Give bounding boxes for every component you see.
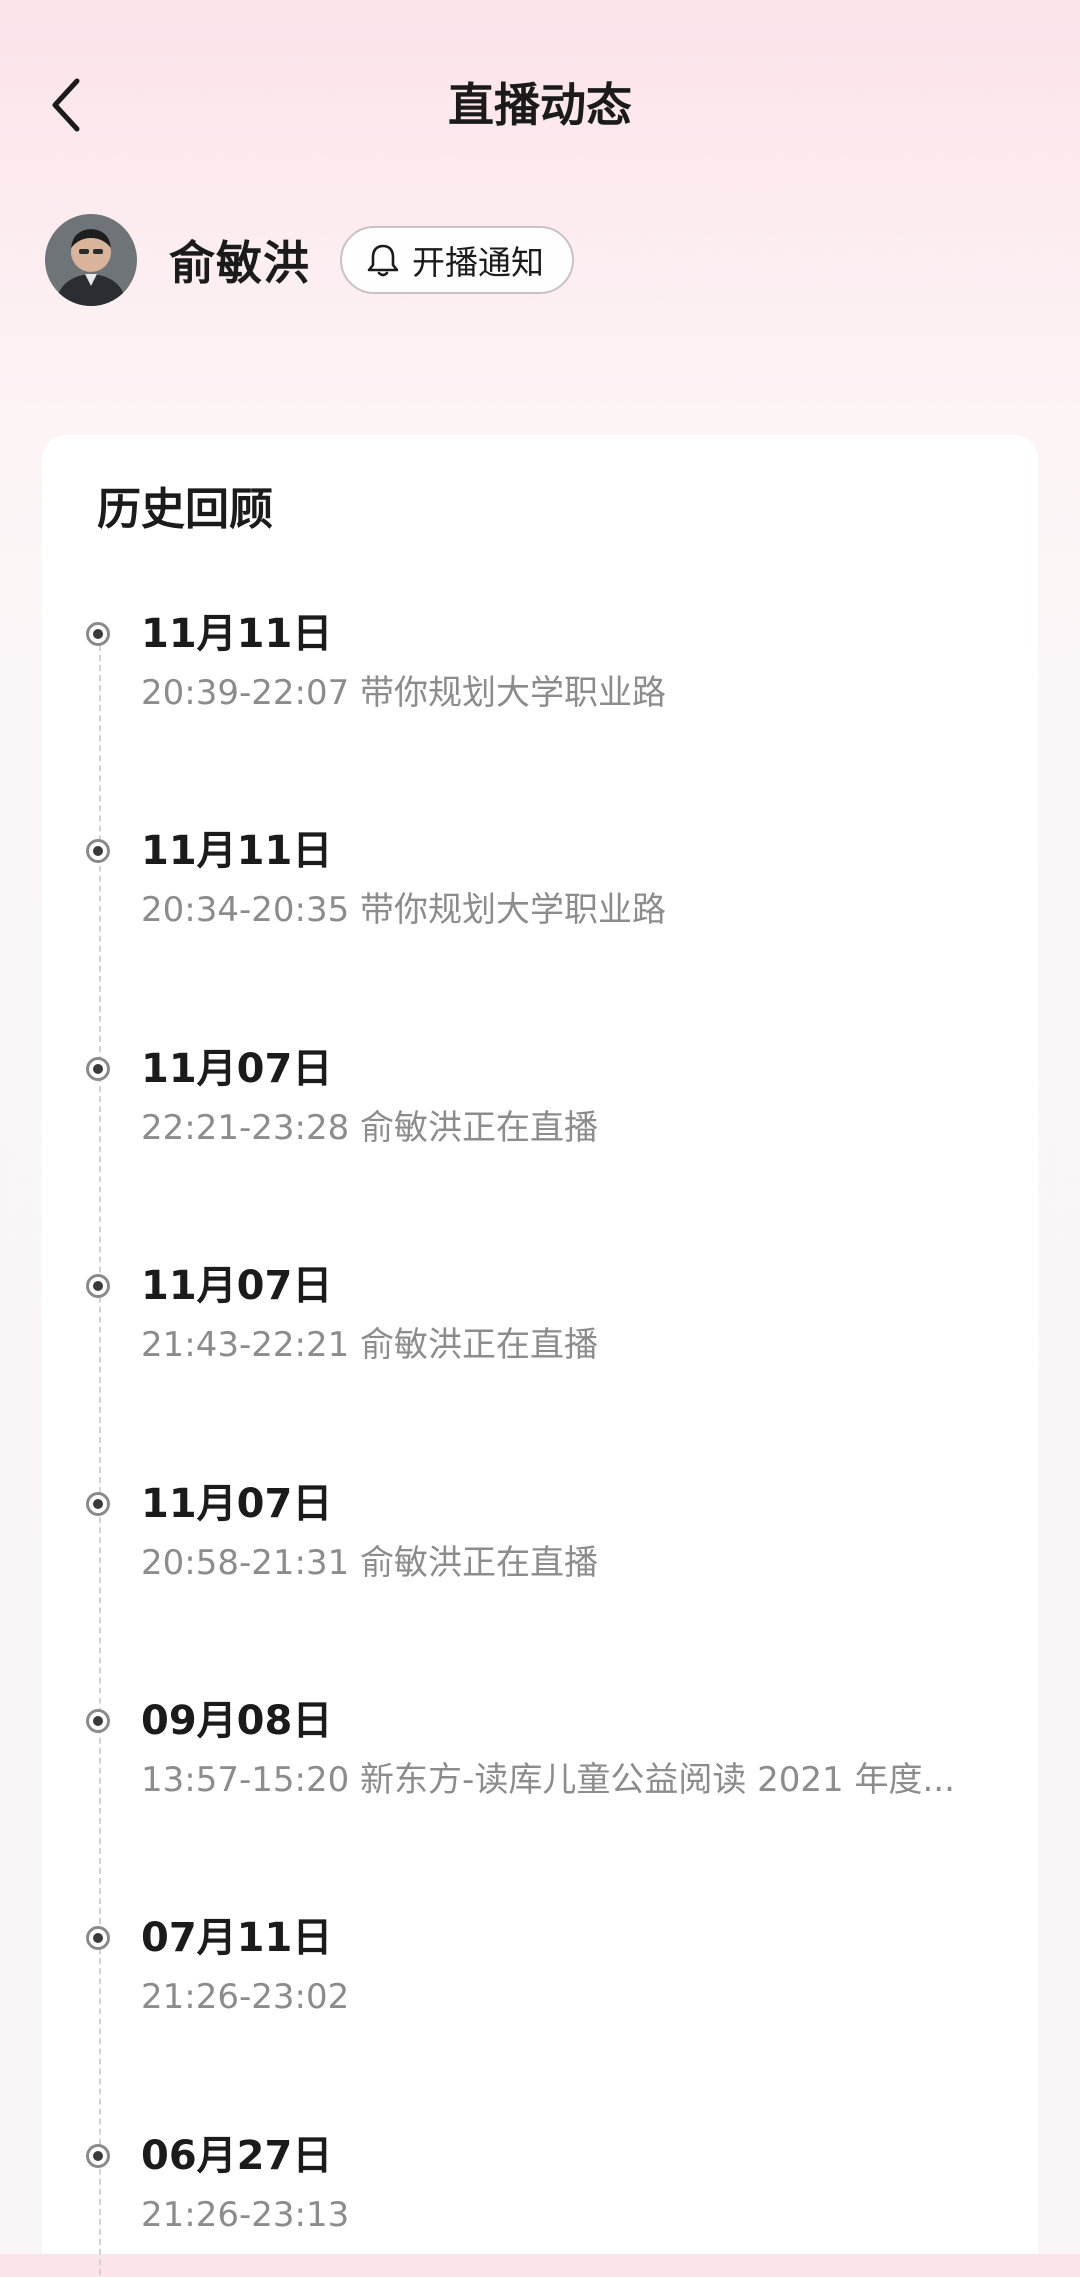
- entry-time: 20:39-22:07: [141, 673, 350, 713]
- entry-topic: 俞敏洪正在直播: [360, 1543, 599, 1583]
- timeline-entry[interactable]: 11月11日 20:34-20:35 带你规划大学职业路: [42, 822, 1038, 972]
- entry-date: 09月08日: [141, 1698, 333, 1744]
- avatar[interactable]: [45, 213, 137, 306]
- entry-detail: 21:26-23:13: [141, 2191, 1011, 2239]
- page-title: 直播动态: [448, 78, 632, 132]
- timeline-dot: [86, 1274, 110, 1298]
- entry-date: 06月27日: [141, 2133, 333, 2179]
- entry-detail: 21:26-23:02: [141, 1973, 1011, 2021]
- timeline-entry[interactable]: 11月07日 20:58-21:31 俞敏洪正在直播: [42, 1475, 1038, 1625]
- entry-date: 11月07日: [141, 1046, 333, 1092]
- entry-detail: 22:21-23:28 俞敏洪正在直播: [141, 1104, 1011, 1152]
- timeline-entry[interactable]: 11月07日 22:21-23:28 俞敏洪正在直播: [42, 1040, 1038, 1190]
- timeline-entry[interactable]: 09月08日 13:57-15:20 新东方-读库儿童公益阅读 2021 年度.…: [42, 1692, 1038, 1842]
- entry-detail: 13:57-15:20 新东方-读库儿童公益阅读 2021 年度...: [141, 1756, 1011, 1804]
- entry-detail: 21:43-22:21 俞敏洪正在直播: [141, 1321, 1011, 1369]
- entry-topic: 俞敏洪正在直播: [360, 1108, 599, 1148]
- entry-date: 11月07日: [141, 1481, 333, 1527]
- timeline-entry[interactable]: 06月27日 21:26-23:13: [42, 2127, 1038, 2277]
- entry-time: 22:21-23:28: [141, 1108, 350, 1148]
- timeline-entry[interactable]: 07月11日 21:26-23:02: [42, 1909, 1038, 2059]
- timeline-entry[interactable]: 11月07日 21:43-22:21 俞敏洪正在直播: [42, 1257, 1038, 1407]
- entry-time: 21:26-23:13: [141, 2195, 350, 2235]
- entry-time: 21:43-22:21: [141, 1325, 350, 1365]
- timeline-dot: [86, 2144, 110, 2168]
- entry-topic: 带你规划大学职业路: [360, 673, 667, 713]
- bell-icon: [366, 242, 400, 278]
- timeline-entry[interactable]: 11月11日 20:39-22:07 带你规划大学职业路: [42, 605, 1038, 755]
- entry-detail: 20:34-20:35 带你规划大学职业路: [141, 886, 1011, 934]
- entry-detail: 20:58-21:31 俞敏洪正在直播: [141, 1539, 1011, 1587]
- entry-topic: 新东方-读库儿童公益阅读 2021 年度...: [360, 1760, 955, 1800]
- entry-time: 20:34-20:35: [141, 890, 350, 930]
- header: 直播动态: [0, 0, 1080, 210]
- entry-date: 11月11日: [141, 828, 333, 874]
- entry-topic: 带你规划大学职业路: [360, 890, 667, 930]
- entry-date: 11月07日: [141, 1263, 333, 1309]
- timeline-dot: [86, 1709, 110, 1733]
- host-name: 俞敏洪: [169, 235, 310, 290]
- entry-time: 20:58-21:31: [141, 1543, 350, 1583]
- entry-topic: 俞敏洪正在直播: [360, 1325, 599, 1365]
- notify-label: 开播通知: [412, 242, 544, 282]
- timeline-dot: [86, 622, 110, 646]
- entry-time: 13:57-15:20: [141, 1760, 350, 1800]
- timeline-dot: [86, 1926, 110, 1950]
- entry-date: 11月11日: [141, 611, 333, 657]
- timeline-dot: [86, 839, 110, 863]
- profile-row: 俞敏洪 开播通知: [45, 212, 574, 307]
- history-card: 历史回顾 11月11日 20:39-22:07 带你规划大学职业路 11月11日…: [42, 435, 1038, 2275]
- timeline: 11月11日 20:39-22:07 带你规划大学职业路 11月11日 20:3…: [42, 435, 1038, 2275]
- entry-time: 21:26-23:02: [141, 1977, 350, 2017]
- timeline-dot: [86, 1492, 110, 1516]
- timeline-dot: [86, 1057, 110, 1081]
- entry-detail: 20:39-22:07 带你规划大学职业路: [141, 669, 1011, 717]
- live-notification-button[interactable]: 开播通知: [340, 225, 574, 294]
- entry-date: 07月11日: [141, 1915, 333, 1961]
